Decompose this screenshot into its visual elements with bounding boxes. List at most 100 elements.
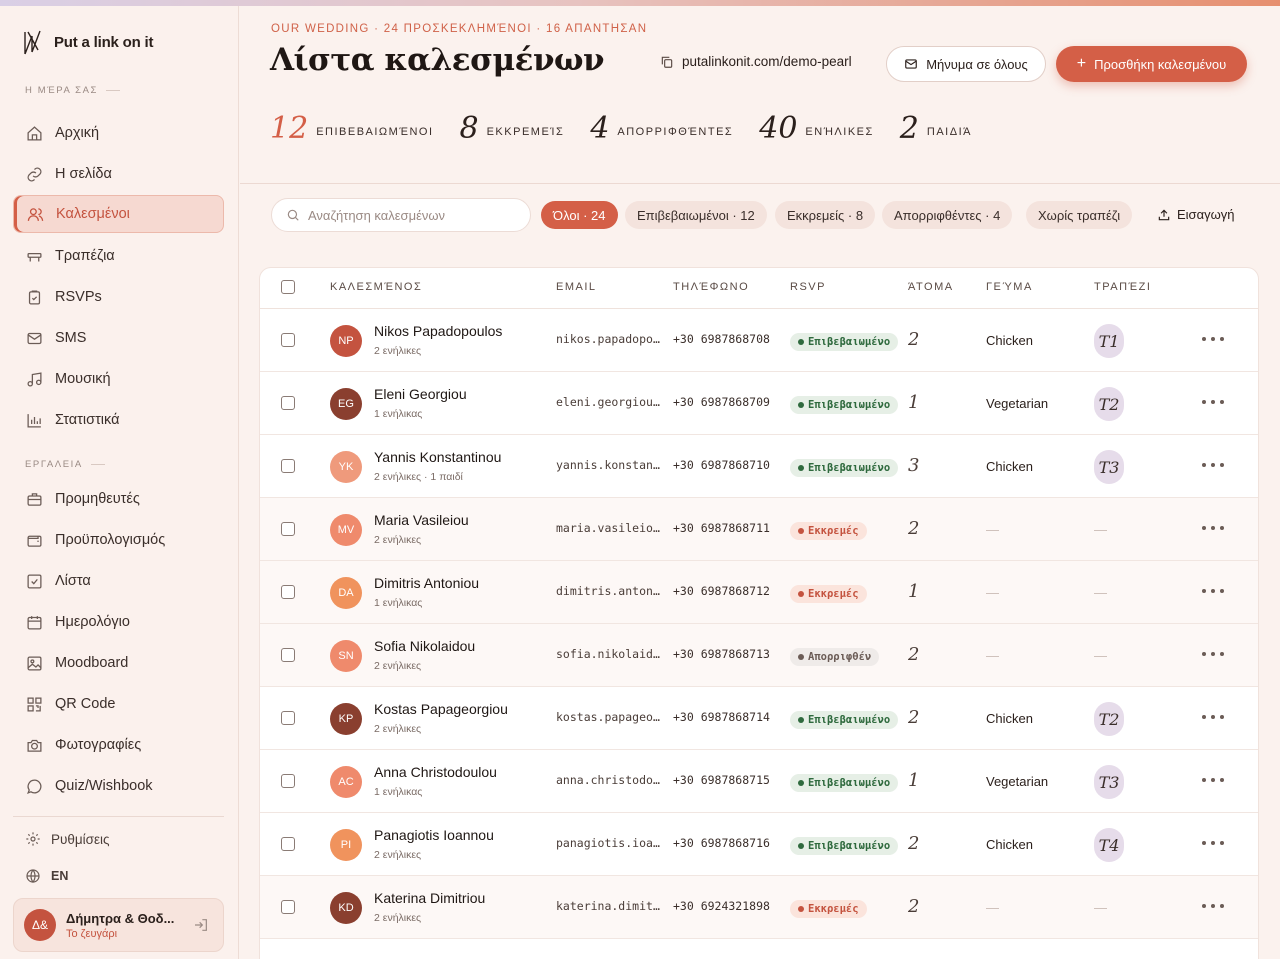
sidebar-item-sms[interactable]: SMS	[13, 319, 224, 357]
sidebar-item-tables[interactable]: Τραπέζια	[13, 237, 224, 275]
guest-name[interactable]: Maria Vasileiou	[374, 512, 469, 528]
table-empty: —	[1094, 585, 1107, 600]
more-options-icon[interactable]	[1202, 589, 1224, 593]
sidebar-item-vendors[interactable]: Προμηθευτές	[13, 480, 224, 518]
filter-chip-no-table[interactable]: Χωρίς τραπέζι	[1026, 201, 1133, 229]
column-header-meal[interactable]: ΓΕΎΜΑ	[986, 281, 1033, 293]
column-header-guest[interactable]: ΚΑΛΕΣΜΈΝΟΣ	[330, 281, 422, 293]
status-badge[interactable]: Επιβεβαιωμένο	[790, 459, 899, 477]
column-header-party-size[interactable]: ΆΤΟΜΑ	[908, 281, 954, 293]
row-checkbox[interactable]	[281, 396, 295, 410]
guest-name[interactable]: Kostas Papageorgiou	[374, 701, 508, 717]
column-header-phone[interactable]: ΤΗΛΈΦΩΝΟ	[673, 281, 749, 293]
sidebar-item-home[interactable]: Αρχική	[13, 114, 224, 152]
status-badge[interactable]: Εκκρεμές	[790, 585, 867, 603]
table-badge[interactable]: T1	[1094, 324, 1124, 358]
sidebar-item-label: Στατιστικά	[55, 412, 120, 428]
table-row[interactable]: AC Anna Christodoulou 1 ενήλικας anna.chris…	[260, 750, 1258, 813]
guest-name[interactable]: Eleni Georgiou	[374, 386, 467, 402]
more-options-icon[interactable]	[1202, 904, 1224, 908]
sidebar-item-guests[interactable]: Καλεσμένοι	[13, 195, 224, 233]
table-badge[interactable]: T3	[1094, 765, 1124, 799]
table-badge[interactable]: T2	[1094, 702, 1124, 736]
table-row[interactable]: SN Sofia Nikolaidou 2 ενήλικες sofia.nikola…	[260, 624, 1258, 687]
guest-name[interactable]: Dimitris Antoniou	[374, 575, 479, 591]
guest-name[interactable]: Anna Christodoulou	[374, 764, 497, 780]
more-options-icon[interactable]	[1202, 778, 1224, 782]
status-badge[interactable]: Επιβεβαιωμένο	[790, 774, 899, 792]
sidebar-item-rsvps[interactable]: RSVPs	[13, 278, 224, 316]
guest-name[interactable]: Yannis Konstantinou	[374, 449, 501, 465]
status-badge[interactable]: Επιβεβαιωμένο	[790, 711, 899, 729]
status-badge[interactable]: Απορριφθέν	[790, 648, 880, 666]
search-box[interactable]	[271, 198, 531, 232]
sidebar-item-budget[interactable]: Προϋπολογισμός	[13, 521, 224, 559]
status-badge[interactable]: Επιβεβαιωμένο	[790, 396, 899, 414]
filter-chip-confirmed[interactable]: Επιβεβαιωμένοι · 12	[625, 201, 767, 229]
table-row[interactable]: NP Nikos Papadopoulos 2 ενήλικες nikos.papa…	[260, 309, 1258, 372]
message-all-button[interactable]: Μήνυμα σε όλους	[886, 46, 1046, 82]
user-card[interactable]: Δ& Δήμητρα & Θοδ... Το ζευγάρι	[13, 898, 224, 952]
status-badge[interactable]: Εκκρεμές	[790, 522, 867, 540]
filter-chip-declined[interactable]: Απορριφθέντες · 4	[882, 201, 1013, 229]
table-row[interactable]: EG Eleni Georgiou 1 ενήλικας eleni.georgiou…	[260, 372, 1258, 435]
guest-name[interactable]: Sofia Nikolaidou	[374, 638, 475, 654]
row-checkbox[interactable]	[281, 333, 295, 347]
filter-chip-all[interactable]: Όλοι · 24	[541, 201, 618, 229]
table-row[interactable]: DA Dimitris Antoniou 1 ενήλικας dimitris.an…	[260, 561, 1258, 624]
language-switch[interactable]: EN	[25, 868, 68, 884]
row-checkbox[interactable]	[281, 459, 295, 473]
filter-chip-pending[interactable]: Εκκρεμείς · 8	[775, 201, 876, 229]
sidebar-item-photos[interactable]: Φωτογραφίες	[13, 726, 224, 764]
row-checkbox[interactable]	[281, 711, 295, 725]
table-row[interactable]: MV Maria Vasileiou 2 ενήλικες maria.vasilei…	[260, 498, 1258, 561]
more-options-icon[interactable]	[1202, 463, 1224, 467]
column-header-rsvp[interactable]: RSVP	[790, 281, 826, 293]
table-row[interactable]: YK Yannis Konstantinou 2 ενήλικες · 1 παιδ…	[260, 435, 1258, 498]
more-options-icon[interactable]	[1202, 526, 1224, 530]
search-input[interactable]	[308, 207, 518, 223]
more-options-icon[interactable]	[1202, 400, 1224, 404]
more-options-icon[interactable]	[1202, 841, 1224, 845]
table-row[interactable]: PI Panagiotis Ioannou 2 ενήλικες panagiotis…	[260, 813, 1258, 876]
site-link[interactable]: putalinkonit.com/demo-pearl	[660, 54, 852, 69]
table-badge[interactable]: T2	[1094, 387, 1124, 421]
sidebar-item-stats[interactable]: Στατιστικά	[13, 401, 224, 439]
sidebar-item-moodboard[interactable]: Moodboard	[13, 644, 224, 682]
column-header-email[interactable]: EMAIL	[556, 281, 597, 293]
add-guest-button[interactable]: + Προσθήκη καλεσμένου	[1056, 46, 1247, 82]
status-badge[interactable]: Επιβεβαιωμένο	[790, 333, 899, 351]
table-badge[interactable]: T4	[1094, 828, 1124, 862]
table-badge[interactable]: T3	[1094, 450, 1124, 484]
more-options-icon[interactable]	[1202, 652, 1224, 656]
logout-icon[interactable]	[193, 917, 209, 933]
row-checkbox[interactable]	[281, 522, 295, 536]
import-button[interactable]: Εισαγωγή	[1157, 207, 1234, 222]
select-all-checkbox[interactable]	[281, 280, 295, 294]
row-checkbox[interactable]	[281, 774, 295, 788]
sidebar-item-quiz[interactable]: Quiz/Wishbook	[13, 767, 224, 805]
more-options-icon[interactable]	[1202, 337, 1224, 341]
guest-name[interactable]: Nikos Papadopoulos	[374, 323, 502, 339]
sidebar-item-music[interactable]: Μουσική	[13, 360, 224, 398]
more-options-icon[interactable]	[1202, 715, 1224, 719]
status-badge[interactable]: Εκκρεμές	[790, 900, 867, 918]
table-row[interactable]: KP Kostas Papageorgiou 2 ενήλικες kostas.pa…	[260, 687, 1258, 750]
brand[interactable]: Put a link on it	[22, 28, 154, 56]
table-row[interactable]: KD Katerina Dimitriou 2 ενήλικες katerina.d…	[260, 876, 1258, 939]
guest-name[interactable]: Katerina Dimitriou	[374, 890, 485, 906]
sidebar-item-calendar[interactable]: Ημερολόγιο	[13, 603, 224, 641]
row-checkbox[interactable]	[281, 837, 295, 851]
add-guest-label: Προσθήκη καλεσμένου	[1094, 56, 1227, 72]
row-checkbox[interactable]	[281, 900, 295, 914]
sidebar-item-qrcode[interactable]: QR Code	[13, 685, 224, 723]
row-checkbox[interactable]	[281, 585, 295, 599]
guest-name[interactable]: Panagiotis Ioannou	[374, 827, 494, 843]
party-count: 2	[908, 329, 920, 350]
row-checkbox[interactable]	[281, 648, 295, 662]
status-badge[interactable]: Επιβεβαιωμένο	[790, 837, 899, 855]
sidebar-item-page[interactable]: Η σελίδα	[13, 155, 224, 193]
settings-link[interactable]: Ρυθμίσεις	[25, 831, 110, 847]
sidebar-item-list[interactable]: Λίστα	[13, 562, 224, 600]
column-header-table[interactable]: ΤΡΑΠΈΖΙ	[1094, 281, 1151, 293]
